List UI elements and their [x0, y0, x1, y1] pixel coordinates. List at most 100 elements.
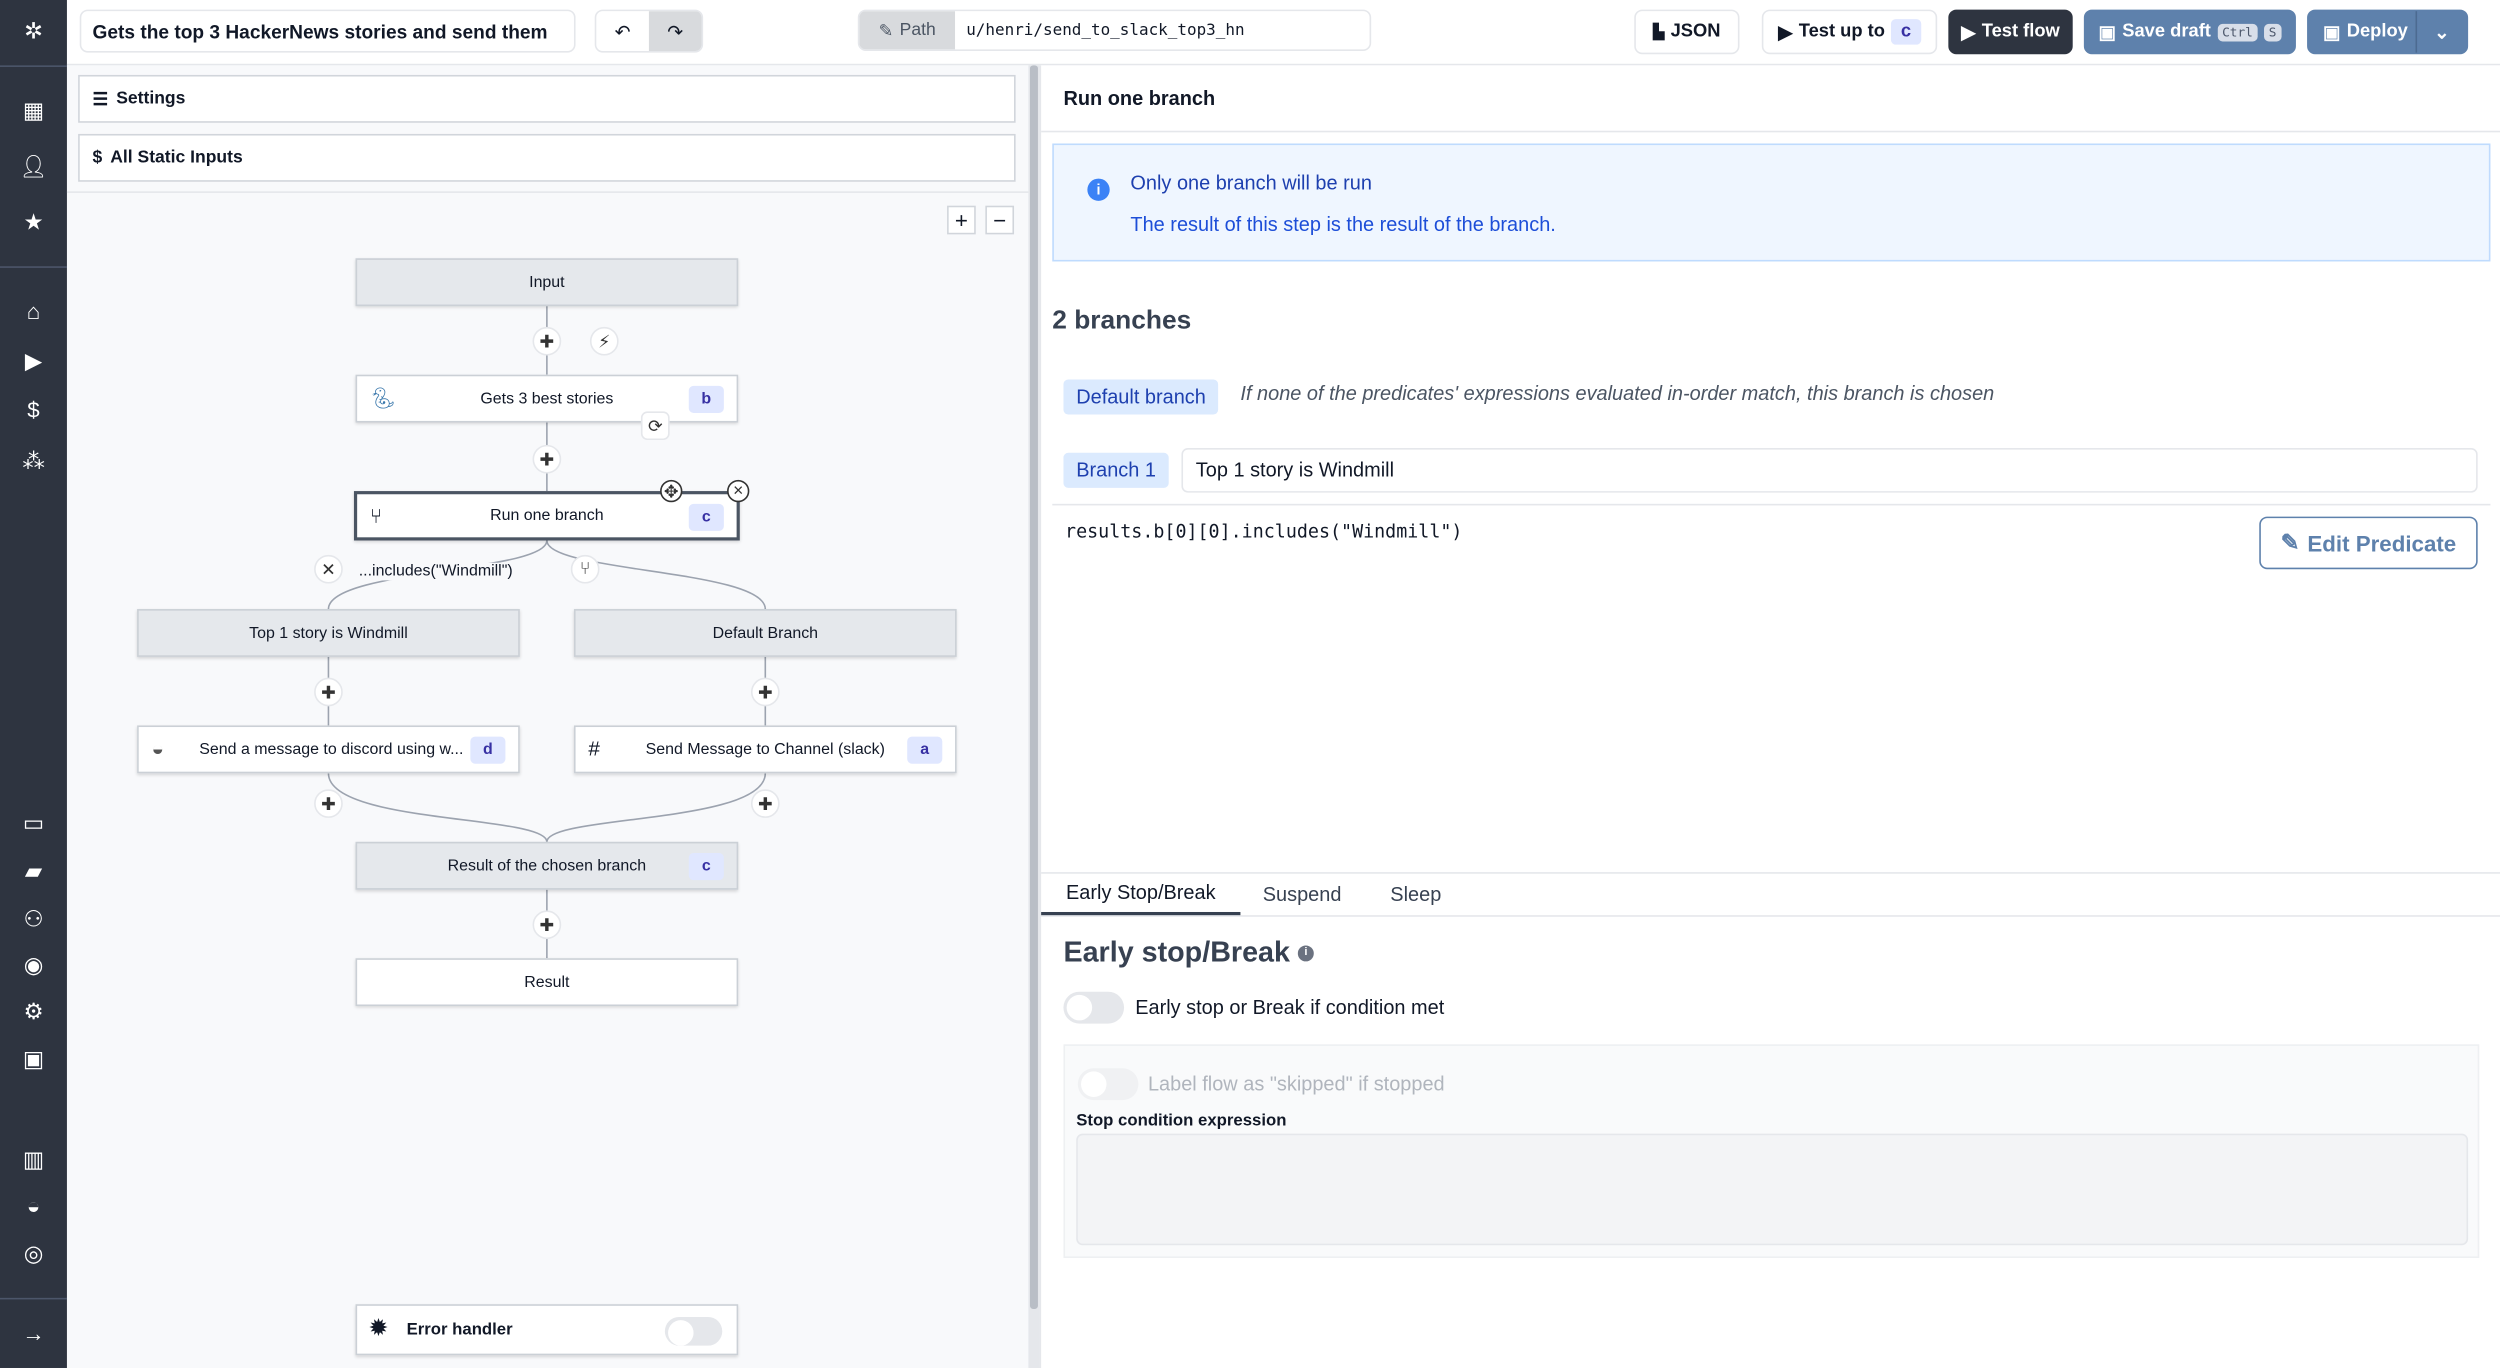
- edge: [327, 773, 548, 843]
- error-handler-toggle[interactable]: [664, 1316, 723, 1346]
- kbd-s: S: [2263, 23, 2282, 41]
- node-slack[interactable]: # Send Message to Channel (slack) a: [573, 725, 957, 774]
- path-input[interactable]: u/henri/send_to_slack_top3_hn: [955, 11, 1244, 49]
- info-text: The result of this step is the result of…: [1130, 213, 1556, 236]
- users-cog-icon[interactable]: ⚇: [18, 902, 50, 934]
- test-up-to-button[interactable]: ▶ Test up to c: [1761, 9, 1938, 55]
- github-icon[interactable]: ◎: [18, 1237, 50, 1269]
- divider: [0, 1297, 67, 1300]
- node-default-branch[interactable]: Default Branch: [573, 609, 957, 657]
- path-label: Path: [899, 20, 936, 40]
- stop-condition-section: Label flow as "skipped" if stopped Stop …: [1063, 1044, 2480, 1258]
- node-label: Result of the chosen branch: [447, 856, 647, 875]
- chevron-down-icon[interactable]: ⌄: [2415, 11, 2467, 53]
- deploy-label: Deploy: [2346, 22, 2408, 42]
- discord-icon[interactable]: ◒: [18, 1189, 50, 1221]
- node-label: Result: [524, 973, 570, 991]
- early-stop-toggle-label: Early stop or Break if condition met: [1135, 996, 1445, 1019]
- dollar-icon[interactable]: $: [18, 394, 50, 426]
- save-draft-button[interactable]: ▣ Save draft Ctrl S: [2083, 9, 2296, 55]
- flow-summary-input[interactable]: Gets the top 3 HackerNews stories and se…: [79, 9, 576, 53]
- divider: [0, 65, 67, 67]
- node-label: Top 1 story is Windmill: [249, 624, 408, 642]
- eye-icon[interactable]: ◉: [18, 949, 50, 981]
- add-step-icon[interactable]: ✚: [750, 677, 780, 707]
- json-button[interactable]: ▙ JSON: [1634, 9, 1740, 55]
- building-icon[interactable]: ▦: [18, 94, 50, 126]
- pencil-icon: ✎: [878, 21, 894, 41]
- edit-predicate-button[interactable]: ✎ Edit Predicate: [2259, 516, 2478, 570]
- user-icon[interactable]: 👤︎: [18, 150, 50, 182]
- path-field[interactable]: ✎ Path u/henri/send_to_slack_top3_hn: [857, 9, 1372, 52]
- test-flow-button[interactable]: ▶ Test flow: [1948, 9, 2073, 55]
- star-icon[interactable]: ★: [18, 206, 50, 238]
- add-step-icon[interactable]: ✚: [532, 910, 562, 940]
- slack-icon: #: [588, 736, 600, 761]
- add-step-icon[interactable]: ✚: [314, 789, 343, 818]
- undo-button[interactable]: ↶: [596, 11, 649, 51]
- add-step-icon[interactable]: ✚: [314, 677, 343, 707]
- save-icon: ▣: [2323, 23, 2341, 44]
- remove-branch-icon[interactable]: ✕: [314, 554, 343, 584]
- node-result[interactable]: Result: [355, 958, 739, 1007]
- node-label: Gets 3 best stories: [480, 389, 614, 408]
- node-branch-1[interactable]: Top 1 story is Windmill: [137, 609, 520, 657]
- bolt-icon[interactable]: ⚡︎: [589, 326, 619, 356]
- sidebar: ✲ ▦ 👤︎ ★ ⌂ ▶ $ ⁂ ▭ ▰ ⚇ ◉ ⚙ ▣ ▥ ◒ ◎ →: [0, 0, 67, 1368]
- gear-icon[interactable]: ⚙: [18, 995, 50, 1027]
- home-icon[interactable]: ⌂: [18, 295, 50, 327]
- boxes-icon[interactable]: ⁂: [18, 445, 50, 477]
- info-icon[interactable]: i: [1297, 944, 1314, 961]
- pencil-icon: ✎: [2280, 529, 2300, 555]
- divider: [0, 266, 67, 268]
- edit-predicate-label: Edit Predicate: [2307, 530, 2457, 556]
- python-icon: 🐍︎: [369, 385, 397, 410]
- tab-sleep[interactable]: Sleep: [1390, 874, 1441, 915]
- error-handler-node[interactable]: ✹ Error handler: [355, 1304, 739, 1356]
- node-gets-stories[interactable]: 🐍︎ Gets 3 best stories b: [355, 374, 739, 423]
- bug-icon: ✹: [369, 1315, 388, 1340]
- node-result-branch[interactable]: Result of the chosen branch c: [355, 841, 739, 890]
- panel-splitter[interactable]: [1028, 65, 1040, 1368]
- deploy-button[interactable]: ▣ Deploy ⌄: [2307, 9, 2469, 55]
- move-icon[interactable]: ✥: [660, 479, 683, 503]
- test-flow-label: Test flow: [1981, 22, 2060, 42]
- bot-icon[interactable]: ▣: [18, 1043, 50, 1075]
- step-details-panel: Run one branch i Only one branch will be…: [1039, 65, 2500, 1368]
- windmill-logo-icon[interactable]: ✲: [18, 14, 50, 46]
- add-step-icon[interactable]: ✚: [532, 444, 562, 474]
- stop-condition-editor[interactable]: [1076, 1133, 2469, 1246]
- tab-early-stop[interactable]: Early Stop/Break: [1041, 874, 1241, 916]
- default-branch-description: If none of the predicates' expressions e…: [1240, 382, 1995, 405]
- folder-icon[interactable]: ▰: [18, 855, 50, 887]
- expand-arrow-icon[interactable]: →: [18, 1317, 50, 1349]
- divider: [1041, 130, 2500, 133]
- edge: [546, 773, 767, 843]
- scrollbar-thumb[interactable]: [1029, 65, 1038, 1309]
- json-label: JSON: [1670, 22, 1721, 42]
- add-step-icon[interactable]: ✚: [750, 789, 780, 818]
- skipped-toggle-label: Label flow as "skipped" if stopped: [1147, 1073, 1445, 1096]
- node-run-one-branch[interactable]: ⑂ Run one branch c: [353, 491, 740, 541]
- info-title: Only one branch will be run: [1130, 172, 1372, 195]
- redo-button[interactable]: ↷: [648, 11, 702, 52]
- node-label: Run one branch: [490, 507, 604, 525]
- tab-suspend[interactable]: Suspend: [1263, 874, 1342, 915]
- branch-1-badge: Branch 1: [1063, 452, 1169, 488]
- calendar-icon[interactable]: ▭: [18, 807, 50, 839]
- branch-1-summary-input[interactable]: Top 1 story is Windmill: [1181, 448, 2478, 493]
- add-branch-icon[interactable]: ⑂: [570, 554, 600, 584]
- node-discord[interactable]: ◒ Send a message to discord using w... d: [137, 725, 520, 774]
- add-step-icon[interactable]: ✚: [532, 326, 562, 356]
- node-label: Input: [529, 273, 565, 291]
- branch-1-predicate-box: results.b[0][0].includes("Windmill") ✎ Ed…: [1052, 503, 2491, 581]
- play-icon[interactable]: ▶: [18, 344, 50, 376]
- node-label: Send a message to discord using w...: [199, 740, 464, 759]
- branch-icon: ⑂: [369, 503, 383, 528]
- book-icon[interactable]: ▥: [18, 1143, 50, 1175]
- early-stop-toggle[interactable]: [1063, 991, 1125, 1024]
- delete-icon[interactable]: ×: [727, 479, 750, 503]
- save-draft-label: Save draft: [2122, 22, 2211, 42]
- loop-icon[interactable]: ⟳: [640, 411, 670, 441]
- node-input[interactable]: Input: [355, 258, 739, 307]
